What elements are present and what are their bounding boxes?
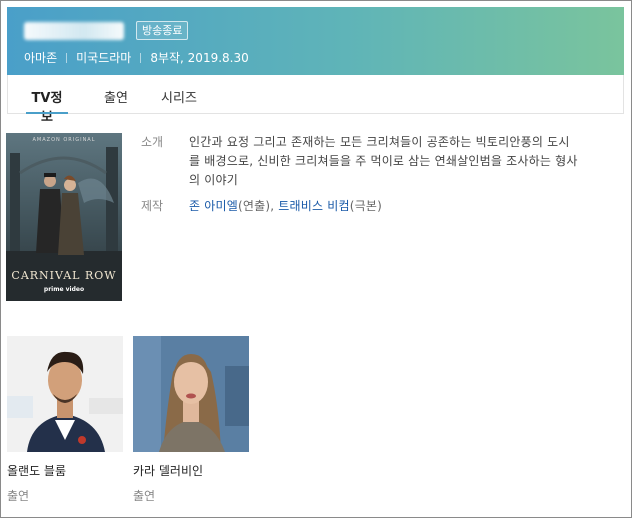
meta-episodes-date: 8부작, 2019.8.30 <box>150 51 249 65</box>
meta-divider <box>66 52 68 63</box>
tab-cast[interactable]: 출연 <box>101 75 131 113</box>
status-badge: 방송종료 <box>136 21 189 40</box>
intro-line: 를 배경으로, 신비한 크리쳐들을 주 먹이로 삼는 연쇄살인범을 조사하는 형… <box>189 154 578 168</box>
tab-tv-info[interactable]: TV정보 <box>26 75 68 125</box>
poster-title: CARNIVAL ROW <box>11 269 117 282</box>
intro-line: 의 이야기 <box>189 173 238 187</box>
meta-network[interactable]: 아마존 <box>24 49 57 66</box>
intro-label: 소개 <box>141 135 164 149</box>
cast-name[interactable]: 카라 델러비인 <box>133 462 249 479</box>
production-value: 존 아미엘(연출), 트래비스 비컴(극본) <box>189 197 599 216</box>
show-meta: 아마존 미국드라마 8부작, 2019.8.30 <box>24 49 249 66</box>
writer-role: (극본) <box>349 199 382 213</box>
production-row: 제작 존 아미엘(연출), 트래비스 비컴(극본) <box>141 197 611 216</box>
poster-network-logo: prime video <box>43 286 85 293</box>
cast-photo-art <box>133 336 249 452</box>
writer-link[interactable]: 트래비스 비컴 <box>278 199 349 213</box>
meta-genre[interactable]: 미국드라마 <box>76 49 131 66</box>
cast-card[interactable]: 카라 델러비인 출연 <box>133 336 249 504</box>
show-poster[interactable]: AMAZON ORIGINAL CARNIVAL ROW prime video <box>6 133 122 301</box>
poster-brand-text: AMAZON ORIGINAL <box>32 137 96 143</box>
cast-photo[interactable] <box>7 336 123 452</box>
tab-series[interactable]: 시리즈 <box>158 75 200 113</box>
show-header: 방송종료 아마존 미국드라마 8부작, 2019.8.30 <box>7 7 624 75</box>
intro-row: 소개 인간과 요정 그리고 존재하는 모든 크리쳐들이 공존하는 빅토리안풍의 … <box>141 133 611 190</box>
cast-role: 출연 <box>133 489 156 503</box>
title-row: 방송종료 <box>24 21 189 40</box>
cast-photo[interactable] <box>133 336 249 452</box>
tab-bar: TV정보 출연 시리즈 <box>7 75 624 125</box>
intro-line: 인간과 요정 그리고 존재하는 모든 크리쳐들이 공존하는 빅토리안풍의 도시 <box>189 135 570 149</box>
cast-photo-art <box>7 336 123 452</box>
director-role: (연출) <box>237 199 271 213</box>
intro-text: 인간과 요정 그리고 존재하는 모든 크리쳐들이 공존하는 빅토리안풍의 도시 … <box>189 133 599 190</box>
show-title-redacted <box>24 21 124 40</box>
cast-card[interactable]: 올랜도 블룸 출연 <box>7 336 123 504</box>
production-label: 제작 <box>141 199 164 213</box>
director-link[interactable]: 존 아미엘 <box>189 199 238 213</box>
cast-role: 출연 <box>7 489 30 503</box>
info-section: 소개 인간과 요정 그리고 존재하는 모든 크리쳐들이 공존하는 빅토리안풍의 … <box>141 133 611 216</box>
cast-name[interactable]: 올랜도 블룸 <box>7 462 123 479</box>
meta-divider <box>140 52 142 63</box>
